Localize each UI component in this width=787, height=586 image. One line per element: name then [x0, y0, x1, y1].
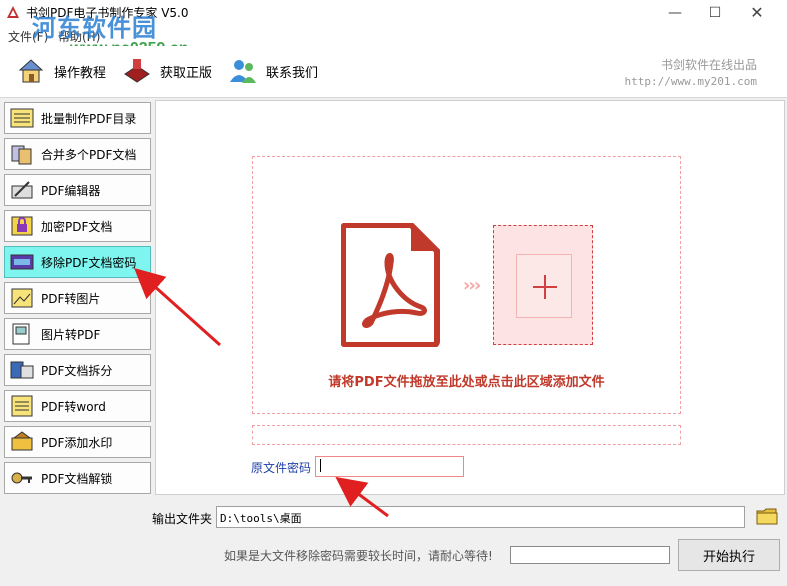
close-button[interactable]: ✕	[742, 4, 772, 22]
password-input[interactable]	[315, 456, 464, 477]
remove-password-icon	[10, 254, 34, 270]
editor-icon	[11, 181, 33, 199]
sidebar-item-label: PDF添加水印	[41, 435, 113, 450]
purchase-label: 获取正版	[160, 65, 213, 81]
plus-icon	[544, 275, 546, 299]
sidebar-item-label: 移除PDF文档密码	[41, 255, 137, 270]
output-folder-input[interactable]: D:\tools\桌面	[216, 506, 745, 528]
purchase-button[interactable]: 获取正版	[122, 56, 212, 86]
password-label: 原文件密码	[251, 461, 312, 475]
sidebar-item-split[interactable]: PDF文档拆分	[4, 354, 151, 386]
text-cursor	[320, 459, 321, 472]
tutorial-icon	[18, 59, 44, 83]
maximize-button[interactable]: ☐	[700, 4, 730, 22]
contact-label: 联系我们	[266, 65, 319, 81]
file-drop-zone[interactable]: ››› 请将PDF文件拖放至此处或点击此区域添加文件	[252, 156, 681, 414]
sidebar-item-label: PDF文档拆分	[41, 363, 113, 378]
sidebar-item-image-to-pdf[interactable]: 图片转PDF	[4, 318, 151, 350]
chevron-right-icon: ›››	[463, 275, 481, 296]
sidebar-item-watermark[interactable]: PDF添加水印	[4, 426, 151, 458]
minimize-button[interactable]: —	[660, 4, 690, 22]
drop-hint-text: 请将PDF文件拖放至此处或点击此区域添加文件	[328, 375, 605, 390]
brand-url: http://www.my201.com	[624, 75, 757, 88]
pdf-to-word-icon	[11, 395, 33, 417]
sidebar-item-label: 批量制作PDF目录	[41, 111, 137, 126]
sidebar-item-label: PDF转图片	[41, 291, 101, 306]
sidebar-item-pdf-to-word[interactable]: PDF转word	[4, 390, 151, 422]
watermark-icon	[11, 431, 33, 451]
sidebar-item-label: 图片转PDF	[41, 327, 101, 342]
watermark-text: 河东软件园	[32, 13, 157, 42]
add-file-frame	[516, 254, 572, 318]
contact-button[interactable]: 联系我们	[228, 56, 318, 86]
pdf-file-icon	[341, 223, 440, 347]
app-logo-icon	[7, 6, 19, 18]
sidebar: 批量制作PDF目录 合并多个PDF文档 PDF编辑器 加密PDF文档 移除PDF…	[0, 100, 154, 495]
split-icon	[10, 361, 34, 379]
pdf-to-image-icon	[11, 288, 33, 308]
tutorial-button[interactable]: 操作教程	[16, 56, 106, 86]
add-file-button[interactable]	[493, 225, 593, 345]
sidebar-item-unlock[interactable]: PDF文档解锁	[4, 462, 151, 494]
sidebar-item-label: PDF编辑器	[41, 183, 101, 198]
contact-icon	[230, 60, 256, 83]
output-folder-label: 输出文件夹	[152, 512, 213, 526]
sidebar-item-label: 加密PDF文档	[41, 219, 113, 234]
tutorial-label: 操作教程	[54, 65, 107, 81]
sidebar-item-editor[interactable]: PDF编辑器	[4, 174, 151, 206]
merge-icon	[11, 145, 32, 165]
brand-block: 书剑软件在线出品 http://www.my201.com	[625, 56, 757, 88]
purchase-icon	[124, 59, 150, 83]
file-list-area	[252, 425, 681, 445]
start-button[interactable]: 开始执行	[678, 539, 780, 571]
sidebar-item-batch-toc[interactable]: 批量制作PDF目录	[4, 102, 151, 134]
folder-browse-icon[interactable]	[756, 506, 778, 526]
toolbar: 操作教程 获取正版 联系我们 书剑软件在线出品 http://www.my201…	[0, 46, 787, 98]
encrypt-icon	[11, 216, 33, 236]
unlock-icon	[11, 472, 32, 484]
sidebar-item-label: PDF转word	[41, 399, 106, 414]
notice-text: 如果是大文件移除密码需要较长时间，请耐心等待!	[224, 549, 493, 563]
toc-icon	[10, 108, 34, 128]
sidebar-item-pdf-to-image[interactable]: PDF转图片	[4, 282, 151, 314]
sidebar-item-remove-password[interactable]: 移除PDF文档密码	[4, 246, 151, 278]
image-to-pdf-icon	[12, 323, 30, 345]
sidebar-item-encrypt[interactable]: 加密PDF文档	[4, 210, 151, 242]
sidebar-item-label: 合并多个PDF文档	[41, 147, 137, 162]
main-panel: ››› 请将PDF文件拖放至此处或点击此区域添加文件 原文件密码	[155, 100, 785, 495]
sidebar-item-merge[interactable]: 合并多个PDF文档	[4, 138, 151, 170]
brand-name: 书剑软件在线出品	[660, 58, 757, 72]
progress-bar	[510, 546, 670, 564]
sidebar-item-label: PDF文档解锁	[41, 471, 113, 486]
